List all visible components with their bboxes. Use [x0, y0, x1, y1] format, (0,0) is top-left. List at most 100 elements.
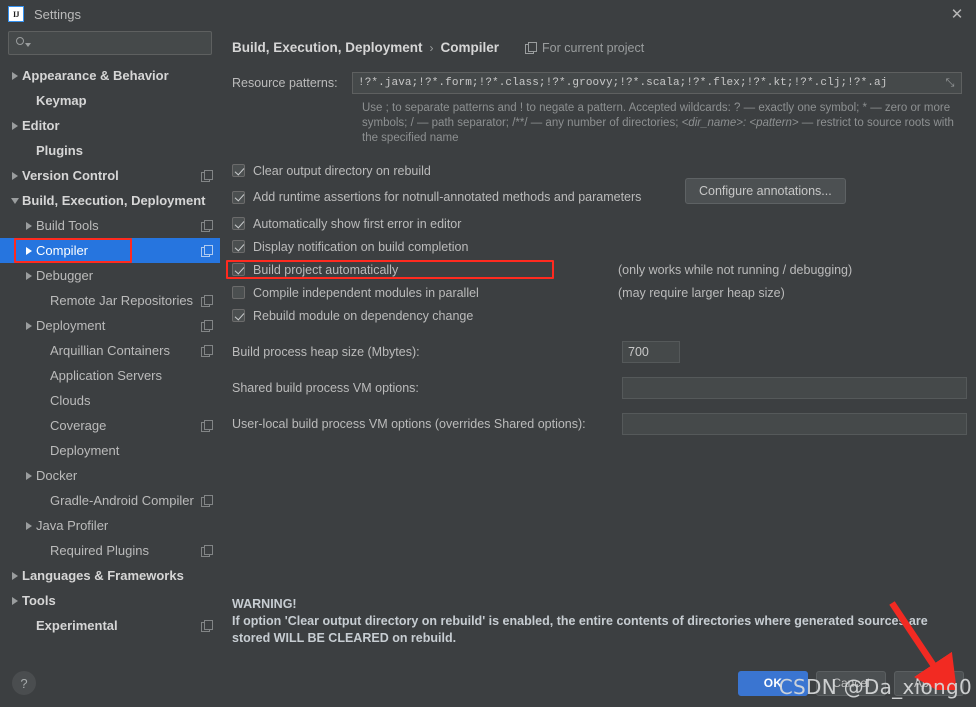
sidebar-item-coverage[interactable]: Coverage [0, 413, 220, 438]
sidebar-item-build-execution-deployment[interactable]: Build, Execution, Deployment [0, 188, 220, 213]
chevron-right-icon[interactable] [8, 122, 22, 130]
resource-patterns-label: Resource patterns: [232, 76, 338, 90]
sidebar-item-label: Clouds [50, 393, 91, 408]
sidebar-item-remote-jar-repositories[interactable]: Remote Jar Repositories [0, 288, 220, 313]
checkbox-label[interactable]: Build project automatically [253, 263, 398, 277]
sidebar-item-label: Languages & Frameworks [22, 568, 184, 583]
scope-label: For current project [542, 40, 645, 55]
sidebar-item-languages-frameworks[interactable]: Languages & Frameworks [0, 563, 220, 588]
breadcrumb: Build, Execution, Deployment › Compiler … [232, 40, 962, 55]
sidebar-item-arquillian-containers[interactable]: Arquillian Containers [0, 338, 220, 363]
sidebar-item-java-profiler[interactable]: Java Profiler [0, 513, 220, 538]
sidebar-item-version-control[interactable]: Version Control [0, 163, 220, 188]
checkbox-rebuild-module-on-dependency-change[interactable] [232, 309, 245, 322]
settings-dialog: IJ Settings ✕ Appearance & Behavior Keyma… [0, 0, 976, 707]
help-line-2-italic: <dir_name>: <pattern> [681, 117, 799, 129]
sidebar-item-appearance-behavior[interactable]: Appearance & Behavior [0, 63, 220, 88]
sidebar-item-docker[interactable]: Docker [0, 463, 220, 488]
footer-button-group: OK Cancel Apply [738, 670, 964, 696]
field-row-userlocal: User-local build process VM options (ove… [232, 413, 967, 435]
checkbox-add-runtime-assertions-for-notnull-annotated-methods-and-parameters[interactable] [232, 190, 245, 204]
chevron-right-icon[interactable] [8, 72, 22, 80]
sidebar-item-label: Gradle-Android Compiler [50, 493, 194, 508]
sidebar-item-deployment[interactable]: Deployment [0, 313, 220, 338]
sidebar-item-experimental[interactable]: Experimental [0, 613, 220, 638]
project-scope-icon [201, 245, 213, 257]
chevron-right-icon[interactable] [22, 522, 36, 530]
chevron-right-icon[interactable] [22, 247, 36, 255]
project-scope-icon [201, 170, 213, 182]
heap-label: Build process heap size (Mbytes): [232, 345, 420, 359]
configure-annotations-button[interactable]: Configure annotations... [685, 178, 846, 204]
chevron-right-icon[interactable] [22, 222, 36, 230]
sidebar-item-tools[interactable]: Tools [0, 588, 220, 613]
sidebar-item-keymap[interactable]: Keymap [0, 88, 220, 113]
sidebar-item-label: Deployment [36, 318, 106, 333]
chevron-down-icon[interactable] [8, 198, 22, 204]
chevron-right-icon[interactable] [22, 472, 36, 480]
sidebar-item-label: Build Tools [36, 218, 99, 233]
checkbox-label[interactable]: Automatically show first error in editor [253, 217, 461, 231]
resource-patterns-help: Use ; to separate patterns and ! to nega… [362, 101, 962, 146]
scope-indicator: For current project [525, 41, 644, 55]
warning-title: WARNING! [232, 597, 297, 611]
search-box[interactable] [8, 31, 212, 55]
heap-input[interactable]: 700 [622, 341, 680, 363]
project-scope-icon [201, 495, 213, 507]
breadcrumb-separator-icon: › [429, 40, 434, 55]
project-scope-icon [201, 220, 213, 232]
checkbox-label[interactable]: Add runtime assertions for notnull-annot… [253, 190, 641, 204]
checkbox-row-rebuild-module-on-dependency-change: Rebuild module on dependency change [232, 304, 962, 327]
resource-patterns-field[interactable]: !?*.java;!?*.form;!?*.class;!?*.groovy;!… [352, 72, 962, 94]
checkbox-display-notification-on-build-completion[interactable] [232, 240, 245, 253]
ok-button[interactable]: OK [738, 670, 808, 696]
search-input[interactable] [31, 35, 205, 51]
checkbox-note: (may require larger heap size) [618, 285, 785, 300]
checkbox-label[interactable]: Display notification on build completion [253, 240, 468, 254]
help-line-1: Use ; to separate patterns and ! to nega… [362, 102, 951, 114]
help-icon[interactable]: ? [12, 671, 36, 695]
shared-input[interactable] [622, 377, 967, 399]
sidebar-item-label: Plugins [36, 143, 83, 158]
sidebar-item-plugins[interactable]: Plugins [0, 138, 220, 163]
field-row-shared: Shared build process VM options: [232, 377, 967, 399]
breadcrumb-leaf: Compiler [440, 40, 500, 55]
apply-button[interactable]: Apply [894, 670, 964, 696]
sidebar-item-label: Compiler [36, 243, 89, 258]
sidebar-item-debugger[interactable]: Debugger [0, 263, 220, 288]
sidebar-item-label: Coverage [50, 418, 107, 433]
close-icon[interactable]: ✕ [946, 4, 968, 24]
chevron-right-icon[interactable] [22, 272, 36, 280]
cancel-button[interactable]: Cancel [816, 670, 886, 696]
expand-icon[interactable]: ⤡ [941, 74, 959, 92]
resource-patterns-row: Resource patterns: !?*.java;!?*.form;!?*… [232, 72, 962, 94]
warning-block: WARNING! If option 'Clear output directo… [232, 596, 928, 647]
chevron-right-icon[interactable] [22, 322, 36, 330]
checkbox-automatically-show-first-error-in-editor[interactable] [232, 217, 245, 230]
checkbox-label[interactable]: Rebuild module on dependency change [253, 309, 473, 323]
project-scope-icon [201, 620, 213, 632]
breadcrumb-root[interactable]: Build, Execution, Deployment [232, 40, 423, 55]
checkbox-compile-independent-modules-in-parallel[interactable] [232, 286, 245, 299]
sidebar-item-clouds[interactable]: Clouds [0, 388, 220, 413]
sidebar-item-compiler[interactable]: Compiler [0, 238, 220, 263]
userlocal-input[interactable] [622, 413, 967, 435]
checkbox-label[interactable]: Compile independent modules in parallel [253, 286, 479, 300]
sidebar-item-label: Arquillian Containers [50, 343, 170, 358]
chevron-right-icon[interactable] [8, 572, 22, 580]
sidebar-item-label: Version Control [22, 168, 119, 183]
sidebar-item-gradle-android-compiler[interactable]: Gradle-Android Compiler [0, 488, 220, 513]
dialog-footer: ? OK Cancel Apply [0, 659, 976, 707]
chevron-right-icon[interactable] [8, 172, 22, 180]
sidebar-item-build-tools[interactable]: Build Tools [0, 213, 220, 238]
checkbox-row-automatically-show-first-error-in-editor: Automatically show first error in editor [232, 212, 962, 235]
sidebar-item-required-plugins[interactable]: Required Plugins [0, 538, 220, 563]
checkbox-build-project-automatically[interactable] [232, 263, 245, 276]
checkbox-clear-output-directory-on-rebuild[interactable] [232, 164, 245, 177]
sidebar-item-deployment[interactable]: Deployment [0, 438, 220, 463]
sidebar-item-label: Remote Jar Repositories [50, 293, 194, 308]
checkbox-label[interactable]: Clear output directory on rebuild [253, 164, 431, 178]
sidebar-item-application-servers[interactable]: Application Servers [0, 363, 220, 388]
chevron-right-icon[interactable] [8, 597, 22, 605]
sidebar-item-editor[interactable]: Editor [0, 113, 220, 138]
